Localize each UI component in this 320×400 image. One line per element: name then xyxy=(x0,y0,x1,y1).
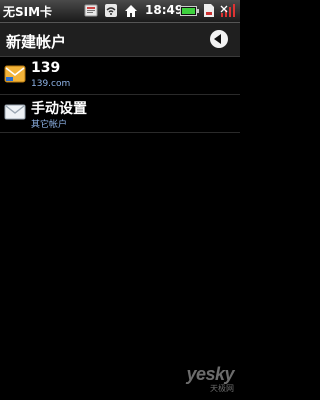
wifi-icon xyxy=(105,4,117,17)
back-button[interactable] xyxy=(210,30,228,48)
page-title: 新建帐户 xyxy=(6,33,67,51)
home-icon xyxy=(125,5,137,17)
account-subtitle: 其它帐户 xyxy=(31,120,68,130)
message-icon xyxy=(84,4,98,17)
carrier-label: 无SIM卡 xyxy=(3,5,53,19)
watermark: yesky 天极网 xyxy=(186,364,234,394)
account-list: 139 139.com 手动设置 其它帐户 xyxy=(0,57,240,133)
account-subtitle: 139.com xyxy=(31,79,71,89)
status-bar: 无SIM卡 18:49 xyxy=(0,0,240,23)
email-139-icon xyxy=(4,65,26,83)
account-name: 139 xyxy=(31,60,61,76)
title-bar: 新建帐户 xyxy=(0,23,240,57)
watermark-brand: yesky xyxy=(186,364,234,384)
sd-card-icon xyxy=(204,4,214,17)
envelope-icon xyxy=(4,104,26,120)
account-name: 手动设置 xyxy=(31,101,87,117)
battery-icon xyxy=(180,6,199,16)
account-item-139[interactable]: 139 139.com xyxy=(0,57,240,95)
signal-icon xyxy=(220,4,235,17)
back-arrow-icon xyxy=(214,34,221,44)
account-item-manual[interactable]: 手动设置 其它帐户 xyxy=(0,95,240,133)
status-time: 18:49 xyxy=(145,3,184,17)
